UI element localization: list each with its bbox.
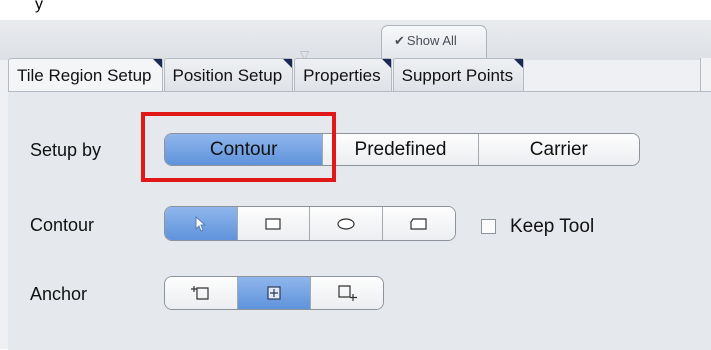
tab-tile-region-setup[interactable]: Tile Region Setup xyxy=(8,58,163,91)
pointer-tool-button[interactable] xyxy=(165,207,238,240)
tab-corner-icon xyxy=(283,59,293,68)
tab-label: Properties xyxy=(303,66,381,85)
show-all-label: Show All xyxy=(406,33,457,48)
tab-corner-icon xyxy=(381,59,391,68)
anchor-top-left-icon xyxy=(191,286,209,300)
tile-region-panel: y ▽ ✔ Show All Tile Region Setup Position… xyxy=(0,0,711,350)
setup-predefined-button[interactable]: Predefined xyxy=(323,134,479,165)
tab-position-setup[interactable]: Position Setup xyxy=(163,58,294,91)
anchor-bottom-right-button[interactable] xyxy=(311,277,383,309)
tab-corner-icon xyxy=(514,59,524,68)
keep-tool-label: Keep Tool xyxy=(510,216,595,237)
tab-bar: Tile Region Setup Position Setup Propert… xyxy=(8,58,525,91)
tab-properties[interactable]: Properties xyxy=(294,58,392,91)
contour-tool-group xyxy=(164,206,456,241)
tab-corner-icon xyxy=(152,59,162,68)
anchor-option-group xyxy=(164,276,384,310)
anchor-label: Anchor xyxy=(30,284,88,304)
anchor-bottom-right-icon xyxy=(338,285,357,301)
checkmark-icon: ✔ xyxy=(394,33,405,48)
show-all-button[interactable]: ✔ Show All xyxy=(381,25,487,58)
polygon-icon xyxy=(410,217,427,230)
tab-label: Support Points xyxy=(401,66,514,85)
ellipse-icon xyxy=(337,217,355,230)
title-area: y xyxy=(0,0,711,20)
anchor-top-left-button[interactable] xyxy=(165,277,238,309)
rectangle-tool-button[interactable] xyxy=(237,207,310,240)
anchor-center-icon xyxy=(267,286,281,300)
anchor-center-button[interactable] xyxy=(238,277,311,309)
contour-label: Contour xyxy=(30,215,95,235)
toolbar: ▽ xyxy=(0,20,711,62)
highlight-box xyxy=(141,112,336,182)
tab-label: Tile Region Setup xyxy=(17,66,152,85)
tab-label: Position Setup xyxy=(172,66,283,85)
pointer-icon xyxy=(195,215,207,232)
polygon-tool-button[interactable] xyxy=(382,207,455,240)
rectangle-icon xyxy=(265,217,281,230)
ellipse-tool-button[interactable] xyxy=(310,207,383,240)
window-title: y xyxy=(35,0,43,13)
tab-scroll-edge xyxy=(700,58,711,91)
setup-by-label: Setup by xyxy=(30,140,102,160)
keep-tool-checkbox[interactable] xyxy=(481,219,496,234)
setup-carrier-button[interactable]: Carrier xyxy=(478,134,639,165)
tab-support-points[interactable]: Support Points xyxy=(392,58,525,91)
